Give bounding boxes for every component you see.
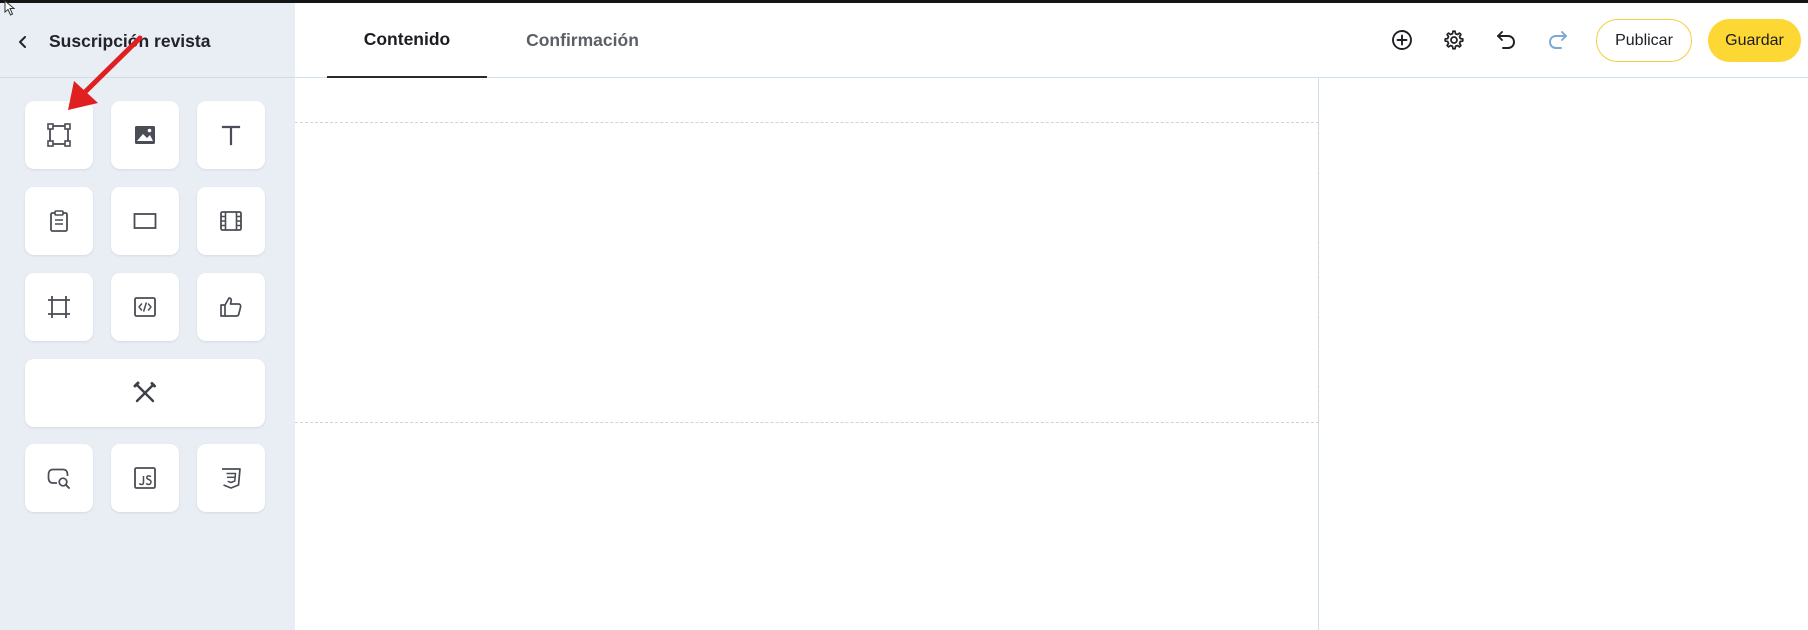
tools-wrench-icon <box>133 381 156 403</box>
tab-confirmacion[interactable]: Confirmación <box>487 3 678 78</box>
redo-icon <box>1549 31 1567 49</box>
tool-social[interactable] <box>197 273 265 341</box>
tool-html-embed[interactable] <box>111 273 179 341</box>
add-element-button[interactable] <box>1387 25 1417 55</box>
search-bubble-icon <box>47 468 70 489</box>
javascript-icon <box>134 467 156 489</box>
empty-section-block[interactable] <box>295 122 1319 423</box>
redo-button[interactable] <box>1543 25 1573 55</box>
publish-button[interactable]: Publicar <box>1596 19 1692 62</box>
sidebar-header: Suscripción revista <box>0 3 295 78</box>
undo-button[interactable] <box>1491 25 1521 55</box>
tool-form[interactable] <box>25 187 93 255</box>
tool-section[interactable] <box>25 273 93 341</box>
tool-image[interactable] <box>111 101 179 169</box>
page-title: Suscripción revista <box>49 31 211 51</box>
css3-icon <box>222 468 241 489</box>
text-icon <box>221 125 241 146</box>
settings-button[interactable] <box>1439 25 1469 55</box>
editor-canvas[interactable] <box>295 78 1319 630</box>
add-circle-icon <box>1392 30 1412 50</box>
thumbs-up-icon <box>220 297 242 317</box>
settings-gear-icon <box>1444 30 1464 50</box>
tab-contenido[interactable]: Contenido <box>327 3 487 78</box>
tool-css[interactable] <box>197 444 265 512</box>
undo-icon <box>1497 31 1515 49</box>
crop-frame-icon <box>48 296 70 318</box>
tool-javascript[interactable] <box>111 444 179 512</box>
tool-custom[interactable] <box>25 359 265 427</box>
chevron-left-icon <box>19 36 26 48</box>
right-panel-area <box>1320 78 1808 630</box>
rectangle-icon <box>133 213 157 229</box>
elements-sidebar: Suscripción revista <box>0 3 295 630</box>
image-icon <box>135 126 155 144</box>
tool-seo[interactable] <box>25 444 93 512</box>
video-film-icon <box>220 211 242 231</box>
code-embed-icon <box>134 297 156 317</box>
tool-box[interactable] <box>111 187 179 255</box>
tool-video[interactable] <box>197 187 265 255</box>
container-frame-icon <box>47 123 71 147</box>
tool-text[interactable] <box>197 101 265 169</box>
tool-container[interactable] <box>25 101 93 169</box>
back-button[interactable] <box>12 27 34 57</box>
clipboard-icon <box>50 210 68 232</box>
editor-topbar: Contenido Confirmación <box>295 3 1808 78</box>
save-button[interactable]: Guardar <box>1708 19 1801 62</box>
